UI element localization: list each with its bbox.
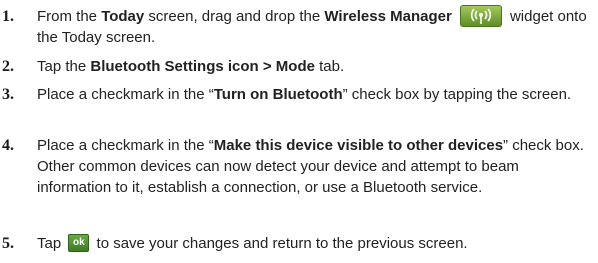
text-run: screen, drag and drop the <box>144 8 325 25</box>
step-number: 5. <box>2 235 14 252</box>
step-text: Place a checkmark in the “Make this devi… <box>37 135 595 198</box>
text-run: Tap <box>37 235 66 252</box>
text-run: ” check box by tapping the screen. <box>342 86 572 103</box>
step-number: 1. <box>2 8 14 25</box>
step-text: Place a checkmark in the “Turn on Blueto… <box>37 84 595 105</box>
step-number: 3. <box>2 86 14 103</box>
step-text: Tap the Bluetooth Settings icon > Mode t… <box>37 56 595 77</box>
bold-make-visible: Make this device visible to other device… <box>213 137 504 154</box>
text-run: tab. <box>314 58 345 75</box>
ok-button-icon: ok <box>68 233 90 252</box>
wireless-manager-icon <box>459 4 502 27</box>
text-run: From the <box>37 8 102 25</box>
step-text: From the Today screen, drag and drop the… <box>37 4 595 48</box>
step-text: Tap ok to save your changes and return t… <box>37 233 595 254</box>
text-run: Place a checkmark in the “ <box>37 137 214 154</box>
step-number: 4. <box>2 137 14 154</box>
text-run: to save your changes and return to the p… <box>92 235 468 252</box>
text-run: Place a checkmark in the “ <box>37 86 214 103</box>
bold-today: Today <box>101 8 145 25</box>
text-run: Tap the <box>37 58 91 75</box>
step-number: 2. <box>2 58 14 75</box>
bold-wireless-manager: Wireless Manager <box>324 8 452 25</box>
bold-turn-on-bluetooth: Turn on Bluetooth <box>213 86 343 103</box>
bold-bluetooth-settings: Bluetooth Settings icon > Mode <box>90 58 315 75</box>
